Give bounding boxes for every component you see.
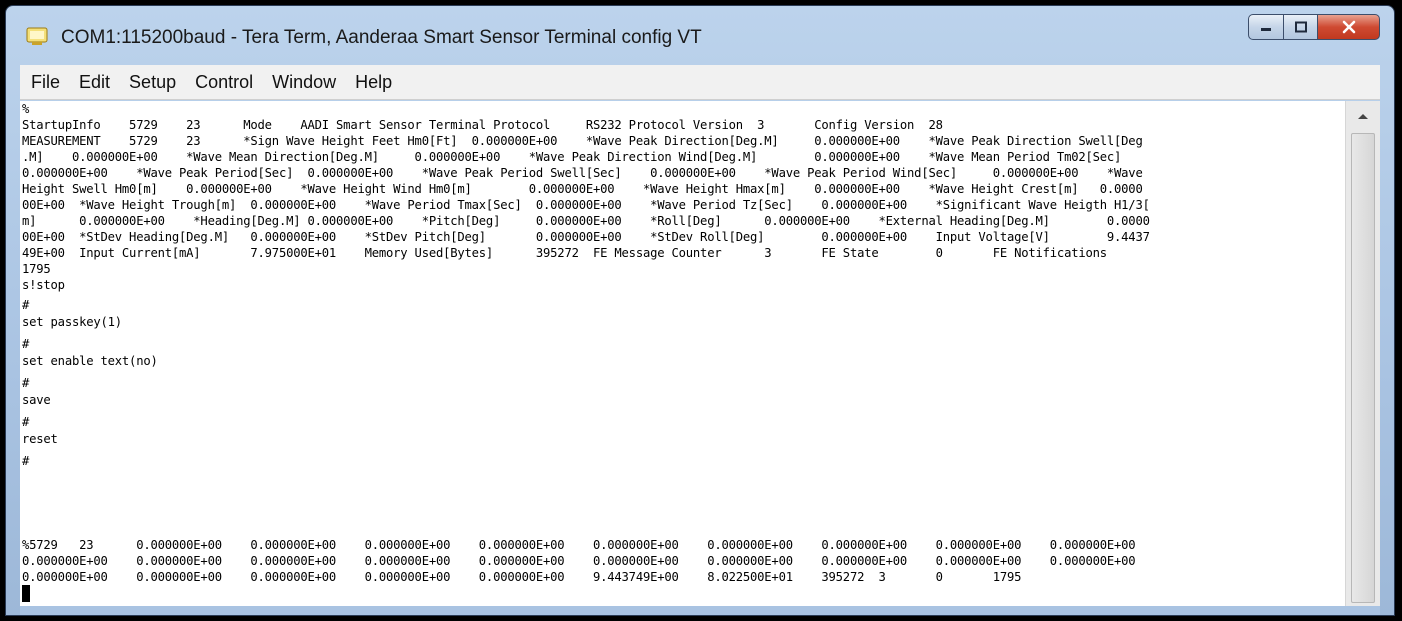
terminal-line: save (22, 393, 51, 407)
close-button[interactable] (1318, 14, 1380, 40)
maximize-button[interactable] (1284, 14, 1318, 40)
text-cursor (22, 585, 30, 602)
terminal-line: Height Swell Hm0[m] 0.000000E+00 *Wave H… (22, 182, 1143, 196)
menu-file[interactable]: File (23, 72, 68, 93)
terminal-line: s!stop (22, 278, 65, 292)
terminal-window: COM1:115200baud - Tera Term, Aanderaa Sm… (5, 5, 1395, 616)
menu-bar: File Edit Setup Control Window Help (20, 65, 1380, 100)
terminal-line: # (22, 376, 30, 390)
terminal-line: % (22, 102, 30, 116)
window-bottom-border (20, 606, 1380, 615)
terminal-line: # (22, 454, 30, 468)
terminal-output[interactable]: % StartupInfo 5729 23 Mode AADI Smart Se… (20, 101, 1345, 606)
window-title: COM1:115200baud - Tera Term, Aanderaa Sm… (61, 27, 702, 48)
terminal-line: %5729 23 0.000000E+00 0.000000E+00 0.000… (22, 538, 1136, 552)
menu-window[interactable]: Window (264, 72, 344, 93)
terminal-line: # (22, 298, 30, 312)
terminal-line: 00E+00 *StDev Heading[Deg.M] 0.000000E+0… (22, 230, 1150, 244)
terminal-line: reset (22, 432, 58, 446)
terminal-line: # (22, 415, 30, 429)
maximize-icon (1294, 21, 1307, 33)
scroll-up-button[interactable] (1346, 101, 1380, 131)
terminal-line: 00E+00 *Wave Height Trough[m] 0.000000E+… (22, 198, 1150, 212)
menu-setup[interactable]: Setup (121, 72, 184, 93)
terminal-line: 49E+00 Input Current[mA] 7.975000E+01 Me… (22, 246, 1107, 260)
terminal-line: StartupInfo 5729 23 Mode AADI Smart Sens… (22, 118, 943, 132)
title-bar[interactable]: COM1:115200baud - Tera Term, Aanderaa Sm… (6, 6, 1394, 62)
tera-term-icon[interactable] (26, 26, 48, 46)
terminal-line: 1795 (22, 262, 51, 276)
terminal-line: MEASUREMENT 5729 23 *Sign Wave Height Fe… (22, 134, 1143, 148)
close-icon (1342, 20, 1355, 34)
minimize-icon (1261, 28, 1271, 31)
terminal-line: 0.000000E+00 *Wave Peak Period[Sec] 0.00… (22, 166, 1143, 180)
terminal-line: m] 0.000000E+00 *Heading[Deg.M] 0.000000… (22, 214, 1150, 228)
minimize-button[interactable] (1248, 14, 1284, 40)
menu-help[interactable]: Help (347, 72, 400, 93)
menu-edit[interactable]: Edit (71, 72, 118, 93)
terminal-line: 0.000000E+00 0.000000E+00 0.000000E+00 0… (22, 570, 1022, 584)
menu-control[interactable]: Control (187, 72, 261, 93)
terminal-line: set enable text(no) (22, 354, 158, 368)
scroll-up-arrow-icon (1358, 114, 1368, 119)
terminal-line: set passkey(1) (22, 315, 122, 329)
terminal-line: # (22, 337, 30, 351)
vertical-scrollbar[interactable] (1345, 101, 1380, 606)
scrollbar-thumb[interactable] (1351, 133, 1375, 603)
terminal-line: 0.000000E+00 0.000000E+00 0.000000E+00 0… (22, 554, 1136, 568)
terminal-line: .M] 0.000000E+00 *Wave Mean Direction[De… (22, 150, 1122, 164)
